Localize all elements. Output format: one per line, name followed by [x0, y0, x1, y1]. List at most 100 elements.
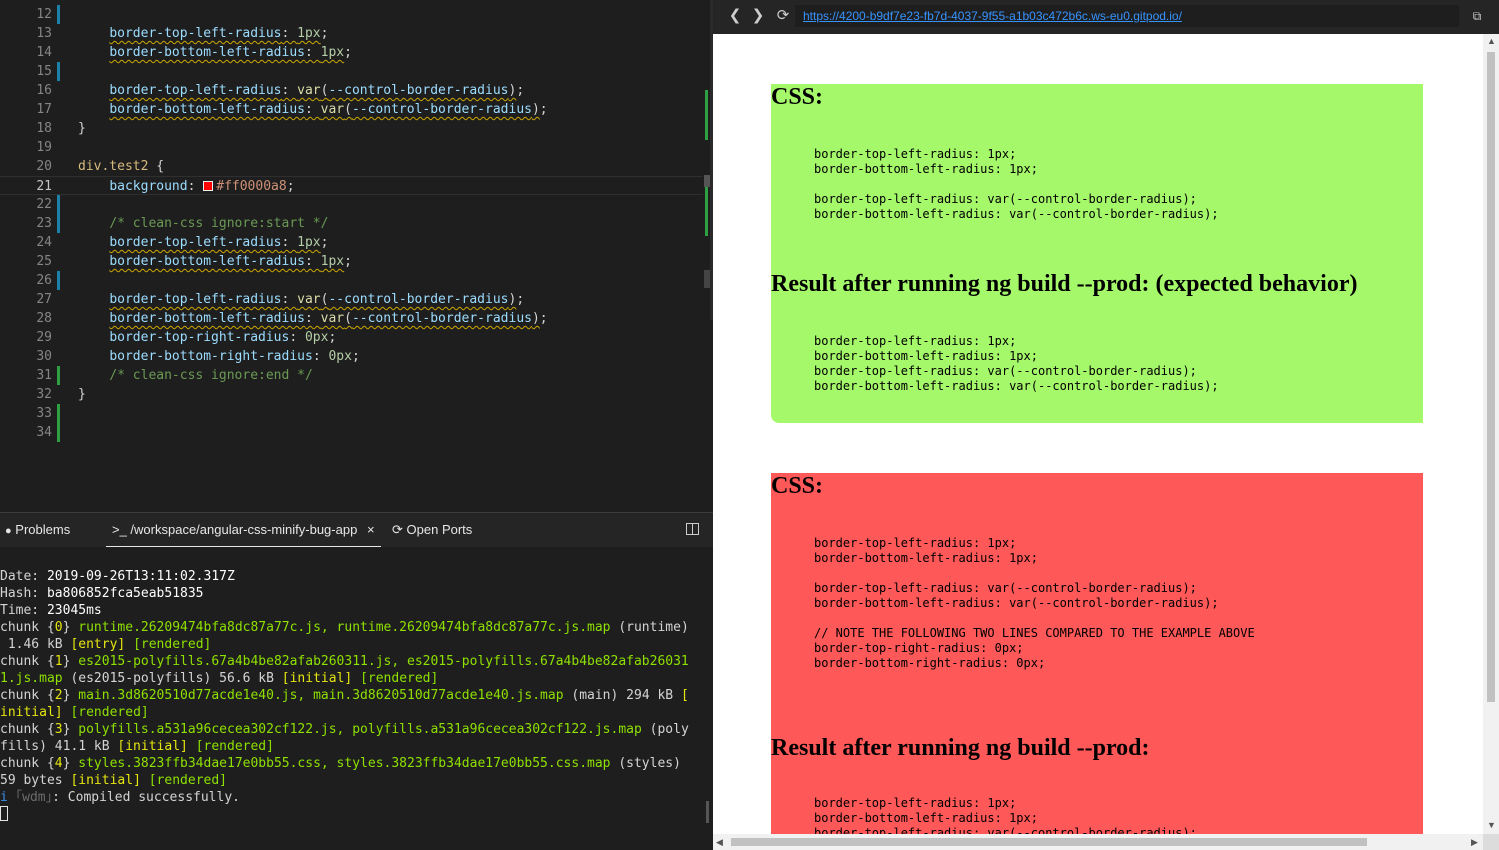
terminal-line: 59 bytes [initial] [rendered] [0, 773, 228, 788]
code-line[interactable]: 34 [0, 423, 703, 442]
red-card: CSS: border-top-left-radius: 1px; border… [771, 473, 1423, 834]
terminal-output[interactable]: Date: 2019-09-26T13:11:02.317Z Hash: ba80… [0, 568, 713, 823]
line-number: 27 [36, 292, 52, 307]
code-text[interactable]: } [78, 385, 86, 404]
line-number: 12 [36, 7, 52, 22]
tab-problems-label: Problems [15, 522, 71, 537]
code-text[interactable]: /* clean-css ignore:start */ [78, 214, 328, 233]
split-panel-icon[interactable] [686, 523, 699, 535]
green-result-heading: Result after running ng build --prod: (e… [771, 271, 1358, 297]
code-line[interactable]: 17 border-bottom-left-radius: var(--cont… [0, 100, 703, 119]
code-text[interactable]: border-top-left-radius: 1px; [78, 24, 328, 43]
tab-terminal-label: >_ /workspace/angular-css-minify-bug-app [112, 522, 358, 537]
terminal-line: Hash: ba806852fca5eab51835 [0, 586, 204, 601]
red-css-heading: CSS: [771, 473, 824, 499]
code-line[interactable]: 26 [0, 271, 703, 290]
url-link[interactable]: https://4200-b9df7e23-fb7d-4037-9f55-a1b… [795, 5, 1459, 27]
code-line[interactable]: 12 [0, 5, 703, 24]
horizontal-scroll-thumb[interactable] [731, 838, 1367, 846]
code-line[interactable]: 15 [0, 62, 703, 81]
vertical-scrollbar[interactable]: ▲ ▼ [1483, 34, 1499, 834]
terminal-line: chunk {3} polyfills.a531a96cecea302cf122… [0, 722, 689, 737]
tab-terminal[interactable]: >_ /workspace/angular-css-minify-bug-app… [106, 513, 381, 547]
code-line[interactable]: 24 border-top-left-radius: 1px; [0, 233, 703, 252]
gutter-change-marker[interactable] [57, 5, 60, 24]
terminal-cursor [0, 806, 8, 821]
code-text[interactable]: border-bottom-left-radius: 1px; [78, 43, 352, 62]
terminal-prompt[interactable] [0, 806, 713, 823]
line-number: 17 [36, 102, 52, 117]
gutter-change-marker[interactable] [57, 62, 60, 81]
editor-overview-ruler[interactable] [703, 0, 713, 512]
code-line[interactable]: 19 [0, 138, 703, 157]
code-line[interactable]: 22 [0, 195, 703, 214]
code-line[interactable]: 31 /* clean-css ignore:end */ [0, 366, 703, 385]
tab-open-ports[interactable]: ⟳ Open Ports [392, 513, 472, 547]
refresh-icon: ⟳ [392, 522, 403, 537]
code-line[interactable]: 13 border-top-left-radius: 1px; [0, 24, 703, 43]
tab-problems[interactable]: ● Problems [5, 513, 70, 547]
code-text[interactable]: /* clean-css ignore:end */ [78, 366, 313, 385]
code-text[interactable]: border-top-left-radius: var(--control-bo… [78, 81, 524, 100]
code-line[interactable]: 16 border-top-left-radius: var(--control… [0, 81, 703, 100]
code-line[interactable]: 21 background: #ff0000a8; [0, 176, 703, 195]
code-text[interactable]: div.test2 { [78, 157, 164, 176]
line-number: 31 [36, 368, 52, 383]
gutter-change-marker[interactable] [57, 366, 60, 385]
scroll-down-icon[interactable]: ▼ [1487, 820, 1496, 830]
line-number: 15 [36, 64, 52, 79]
code-text[interactable]: border-bottom-right-radius: 0px; [78, 347, 359, 366]
code-text[interactable]: border-bottom-left-radius: 1px; [78, 252, 352, 271]
code-line[interactable]: 29 border-top-right-radius: 0px; [0, 328, 703, 347]
vertical-scroll-thumb[interactable] [1487, 52, 1495, 702]
line-number: 19 [36, 140, 52, 155]
line-number: 33 [36, 406, 52, 421]
back-icon[interactable]: ❮ [725, 6, 745, 26]
terminal-line: chunk {4} styles.3823ffb34dae17e0bb55.cs… [0, 756, 681, 771]
code-editor[interactable]: 12 13 border-top-left-radius: 1px; 14 bor… [0, 0, 713, 512]
code-line[interactable]: 14 border-bottom-left-radius: 1px; [0, 43, 703, 62]
code-line[interactable]: 28 border-bottom-left-radius: var(--cont… [0, 309, 703, 328]
code-text[interactable] [78, 5, 94, 24]
info-icon: ● [5, 525, 12, 537]
terminal-line: Date: 2019-09-26T13:11:02.317Z [0, 569, 235, 584]
code-text[interactable]: background: #ff0000a8; [78, 177, 294, 196]
terminal-scrollbar[interactable] [706, 801, 709, 823]
gutter-change-marker[interactable] [57, 404, 60, 423]
code-text[interactable]: border-bottom-left-radius: var(--control… [78, 309, 547, 328]
close-icon[interactable]: × [367, 522, 375, 537]
reload-icon[interactable]: ⟳ [773, 6, 793, 26]
terminal-line: chunk {2} main.3d8620510d77acde1e40.js, … [0, 688, 689, 703]
code-line[interactable]: 23 /* clean-css ignore:start */ [0, 214, 703, 233]
forward-icon[interactable]: ❯ [748, 6, 768, 26]
gutter-change-marker[interactable] [57, 271, 60, 290]
terminal-line: initial] [rendered] [0, 705, 149, 720]
scroll-up-icon[interactable]: ▲ [1487, 36, 1496, 46]
code-line[interactable]: 32} [0, 385, 703, 404]
terminal-line: 1.46 kB [entry] [rendered] [0, 637, 212, 652]
code-line[interactable]: 30 border-bottom-right-radius: 0px; [0, 347, 703, 366]
code-line[interactable]: 20 div.test2 { [0, 157, 703, 176]
gutter-change-marker[interactable] [57, 423, 60, 442]
code-text[interactable]: border-top-right-radius: 0px; [78, 328, 336, 347]
page-viewport[interactable]: CSS: border-top-left-radius: 1px; border… [713, 34, 1483, 834]
gutter-change-marker[interactable] [57, 214, 60, 233]
code-text[interactable]: border-top-left-radius: var(--control-bo… [78, 290, 524, 309]
code-text[interactable]: border-bottom-left-radius: var(--control… [78, 100, 547, 119]
line-number: 29 [36, 330, 52, 345]
red-result-code: border-top-left-radius: 1px; border-bott… [814, 796, 1197, 834]
code-line[interactable]: 27 border-top-left-radius: var(--control… [0, 290, 703, 309]
open-external-icon[interactable]: ⧉ [1467, 6, 1487, 26]
code-text[interactable]: } [78, 119, 86, 138]
scroll-right-icon[interactable]: ▶ [1471, 837, 1478, 848]
horizontal-scrollbar[interactable]: ◀ ▶ [713, 834, 1483, 850]
code-line[interactable]: 18} [0, 119, 703, 138]
code-line[interactable]: 25 border-bottom-left-radius: 1px; [0, 252, 703, 271]
line-number: 14 [36, 45, 52, 60]
gutter-change-marker[interactable] [57, 195, 60, 214]
code-text[interactable]: border-top-left-radius: 1px; [78, 233, 328, 252]
code-line[interactable]: 33 [0, 404, 703, 423]
scroll-left-icon[interactable]: ◀ [716, 837, 723, 848]
terminal-line: fills) 41.1 kB [initial] [rendered] [0, 739, 274, 754]
terminal-line: chunk {1} es2015-polyfills.67a4b4be82afa… [0, 654, 689, 669]
